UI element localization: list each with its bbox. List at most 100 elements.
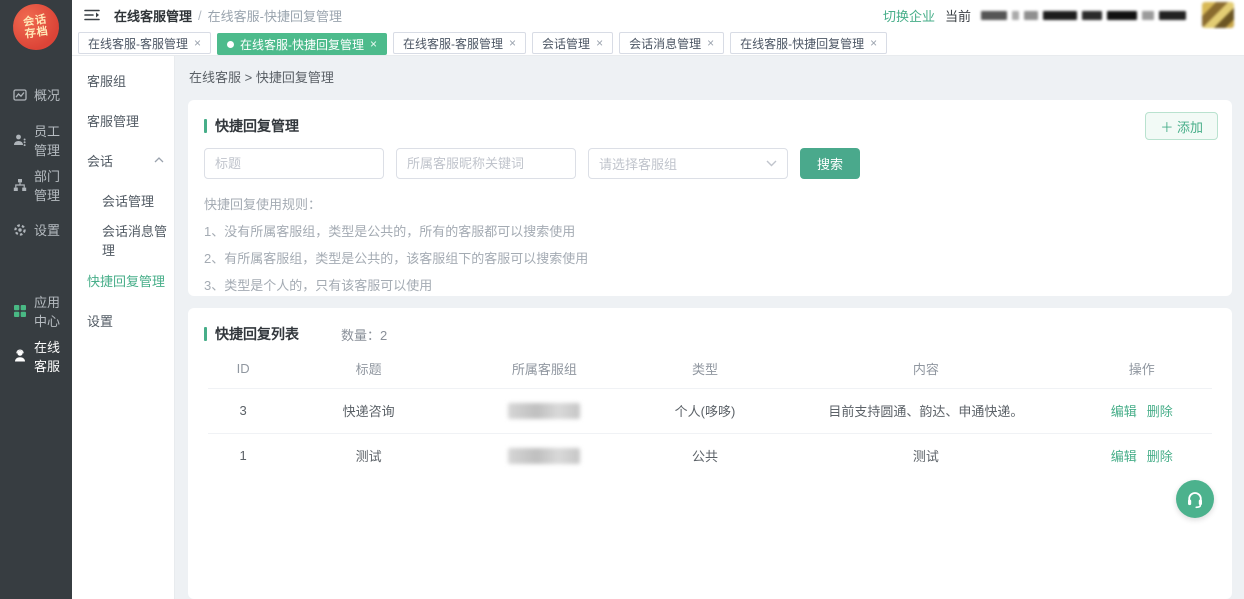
table-row: 1测试公共测试编辑删除: [208, 433, 1212, 478]
submenu-item-sub-settings[interactable]: 设置: [72, 300, 174, 340]
active-tab-dot: [227, 41, 234, 48]
search-button[interactable]: 搜索: [800, 148, 860, 179]
submenu-item-quick-reply-management[interactable]: 快捷回复管理: [72, 260, 174, 300]
tab-label: 会话消息管理: [629, 35, 701, 52]
panel-header: 快捷回复列表 数量：2: [204, 308, 1216, 344]
breadcrumb-root[interactable]: 在线客服管理: [114, 6, 192, 25]
tab-2[interactable]: 在线客服-客服管理×: [393, 32, 526, 54]
sidebar-item-staff-management[interactable]: 员工管理: [0, 117, 72, 162]
quick-reply-management-panel: 快捷回复管理 ＋ 添加 请选择客服组 搜索 快捷回复使用规则：1、没有所属客服组…: [188, 100, 1232, 296]
sidebar-item-label: 应用中心: [34, 292, 72, 330]
submenu-item-session-management[interactable]: 会话管理: [72, 180, 174, 220]
delete-link[interactable]: 删除: [1147, 449, 1173, 464]
submenu-item-label: 设置: [87, 311, 113, 330]
submenu-item-service-management[interactable]: 客服管理: [72, 100, 174, 140]
tab-bar: 在线客服-客服管理×在线客服-快捷回复管理×在线客服-客服管理×会话管理×会话消…: [72, 30, 1244, 56]
customer-service-float-button[interactable]: [1176, 480, 1214, 518]
cell-id: 1: [208, 433, 278, 478]
rule-line-3: 3、类型是个人的，只有该客服可以使用: [204, 272, 1216, 299]
delete-link[interactable]: 删除: [1147, 404, 1173, 419]
title-accent-bar: [204, 327, 207, 341]
submenu-item-session[interactable]: 会话: [72, 140, 174, 180]
panel-header: 快捷回复管理 ＋ 添加: [204, 100, 1216, 136]
submenu-item-label: 客服组: [87, 71, 126, 90]
panel-title: 快捷回复列表: [215, 324, 299, 344]
table-row: 3快递咨询个人(哆哆)目前支持圆通、韵达、申通快递。编辑删除: [208, 388, 1212, 433]
count-badge: 数量：2: [341, 325, 387, 344]
breadcrumb-current: 在线客服-快捷回复管理: [208, 6, 342, 25]
tab-5[interactable]: 在线客服-快捷回复管理 ×: [730, 32, 887, 54]
tab-0[interactable]: 在线客服-客服管理 ×: [78, 32, 211, 54]
sidebar-item-app-center[interactable]: 应用中心: [0, 288, 72, 333]
sidebar-item-overview[interactable]: 概况: [0, 72, 72, 117]
edit-link[interactable]: 编辑: [1111, 404, 1137, 419]
service-group-select[interactable]: 请选择客服组: [588, 148, 788, 179]
tab-close-icon[interactable]: ×: [870, 37, 877, 49]
tab-label: 在线客服-客服管理: [88, 35, 188, 52]
edit-link[interactable]: 编辑: [1111, 449, 1137, 464]
nickname-keyword-input[interactable]: [396, 148, 576, 179]
logo-text-line2: 存档: [24, 25, 49, 40]
sidebar-item-settings[interactable]: 设置: [0, 207, 72, 252]
tab-label: 在线客服-快捷回复管理: [740, 35, 864, 52]
rule-line-2: 2、有所属客服组，类型是公共的，该客服组下的客服可以搜索使用: [204, 245, 1216, 272]
title-input[interactable]: [204, 148, 384, 179]
chevron-down-icon: [766, 160, 777, 167]
primary-menu: 概况员工管理部门管理设置应用中心在线客服: [0, 72, 72, 378]
submenu-item-session-message-management[interactable]: 会话消息管理: [72, 220, 174, 260]
tab-3[interactable]: 会话管理×: [532, 32, 613, 54]
submenu-item-service-group[interactable]: 客服组: [72, 60, 174, 100]
app-logo[interactable]: 会话 存档: [10, 1, 62, 53]
rule-line-0: 快捷回复使用规则：: [204, 191, 1216, 218]
apps-icon: [13, 304, 27, 318]
cell-title: 快递咨询: [278, 388, 459, 433]
tab-label: 在线客服-快捷回复管理: [240, 36, 364, 53]
page-breadcrumb: 在线客服 > 快捷回复管理: [175, 56, 1244, 100]
search-form: 请选择客服组 搜索: [204, 148, 1216, 179]
cell-content: 目前支持圆通、韵达、申通快递。: [780, 388, 1071, 433]
tab-close-icon[interactable]: ×: [596, 37, 603, 49]
tab-4[interactable]: 会话消息管理 ×: [619, 32, 724, 54]
cell-type: 公共: [630, 433, 781, 478]
column-header: 类型: [630, 350, 781, 388]
top-bar: 在线客服管理 / 在线客服-快捷回复管理 切换企业 当前: [72, 0, 1244, 30]
primary-sidebar: 会话 存档 概况员工管理部门管理设置应用中心在线客服: [0, 0, 72, 599]
redacted-group-name: [508, 403, 580, 419]
column-header: 操作: [1071, 350, 1212, 388]
sidebar-item-label: 部门管理: [34, 166, 72, 204]
cell-content: 测试: [780, 433, 1071, 478]
breadcrumb-separator: /: [198, 8, 202, 23]
usage-rules: 快捷回复使用规则：1、没有所属客服组，类型是公共的，所有的客服都可以搜索使用2、…: [204, 191, 1216, 299]
sidebar-item-online-service[interactable]: 在线客服: [0, 333, 72, 378]
add-button[interactable]: ＋ 添加: [1145, 112, 1218, 140]
cell-actions: 编辑删除: [1071, 433, 1212, 478]
top-bar-right: 切换企业 当前: [883, 0, 1234, 30]
tab-close-icon[interactable]: ×: [509, 37, 516, 49]
department-icon: [13, 178, 27, 192]
cell-id: 3: [208, 388, 278, 433]
tab-close-icon[interactable]: ×: [194, 37, 201, 49]
rule-line-1: 1、没有所属客服组，类型是公共的，所有的客服都可以搜索使用: [204, 218, 1216, 245]
submenu-item-label: 快捷回复管理: [87, 271, 165, 290]
submenu-item-label: 会话管理: [102, 191, 154, 210]
collapse-menu-icon[interactable]: [84, 8, 100, 22]
avatar[interactable]: [1202, 2, 1234, 28]
tab-close-icon[interactable]: ×: [707, 37, 714, 49]
secondary-sidebar: 客服组客服管理会话会话管理会话消息管理快捷回复管理设置: [72, 56, 175, 599]
headset-icon: [1185, 489, 1205, 509]
select-placeholder: 请选择客服组: [599, 154, 677, 173]
cell-group: [459, 388, 630, 433]
submenu-item-label: 客服管理: [87, 111, 139, 130]
column-header: 所属客服组: [459, 350, 630, 388]
tab-close-icon[interactable]: ×: [370, 38, 377, 50]
sidebar-item-label: 概况: [34, 85, 60, 104]
sidebar-item-department-management[interactable]: 部门管理: [0, 162, 72, 207]
switch-company-link[interactable]: 切换企业: [883, 6, 935, 25]
column-header: ID: [208, 350, 278, 388]
main-content: 在线客服 > 快捷回复管理 快捷回复管理 ＋ 添加 请选择客服组 搜索 快捷回复…: [175, 56, 1244, 599]
panel-title: 快捷回复管理: [215, 116, 299, 136]
cell-group: [459, 433, 630, 478]
cell-actions: 编辑删除: [1071, 388, 1212, 433]
tab-1-active[interactable]: 在线客服-快捷回复管理 ×: [217, 33, 387, 55]
title-accent-bar: [204, 119, 207, 133]
